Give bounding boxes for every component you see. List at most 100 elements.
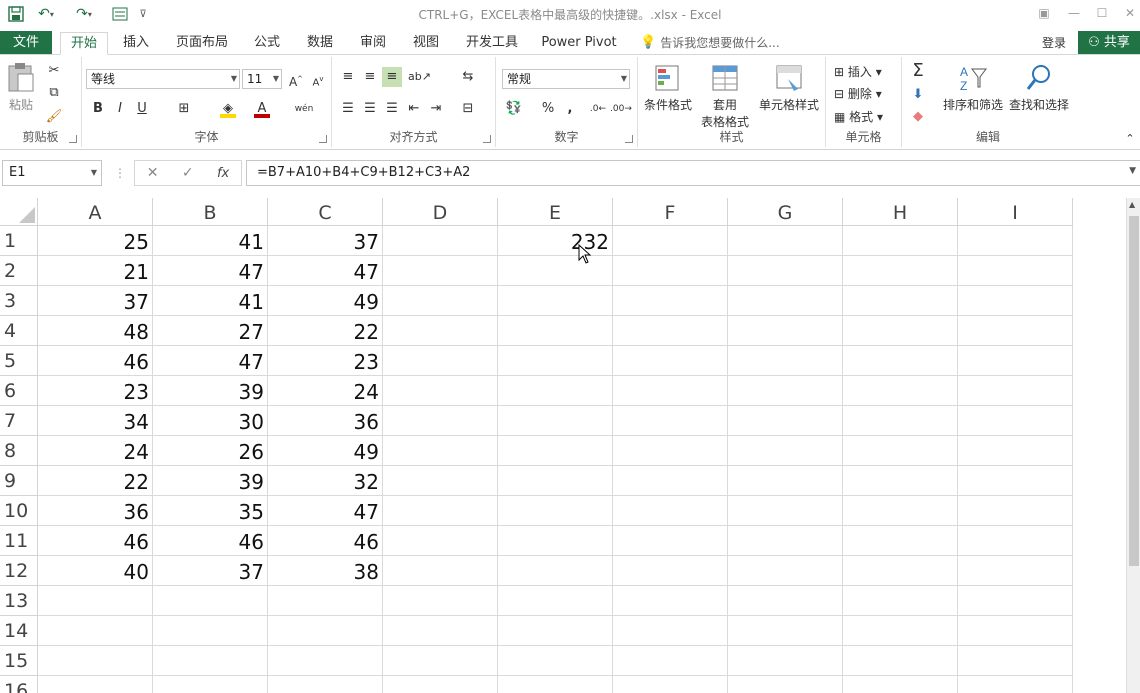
name-box[interactable]: E1 ▼ — [2, 160, 102, 186]
cell-B2[interactable]: 47 — [153, 256, 268, 286]
cell-B7[interactable]: 30 — [153, 406, 268, 436]
row-header-14[interactable]: 14 — [0, 616, 38, 646]
insert-function-icon[interactable]: fx — [217, 166, 229, 181]
cell-D12[interactable] — [383, 556, 498, 586]
cell-C15[interactable] — [268, 646, 383, 676]
autosum-icon[interactable]: Σ — [908, 61, 928, 81]
cell-D9[interactable] — [383, 466, 498, 496]
cell-F15[interactable] — [613, 646, 728, 676]
cell-H8[interactable] — [843, 436, 958, 466]
expand-formula-icon[interactable]: ▼ — [1129, 166, 1136, 176]
vertical-scrollbar[interactable]: ▲ — [1126, 198, 1140, 693]
wrap-text-icon[interactable]: ⇆ — [458, 67, 478, 87]
cell-E1[interactable]: 232 — [498, 226, 613, 256]
cell-H15[interactable] — [843, 646, 958, 676]
cell-C7[interactable]: 36 — [268, 406, 383, 436]
cell-G1[interactable] — [728, 226, 843, 256]
minimize-icon[interactable]: — — [1064, 3, 1084, 23]
cell-F16[interactable] — [613, 676, 728, 693]
cell-F6[interactable] — [613, 376, 728, 406]
cell-D2[interactable] — [383, 256, 498, 286]
cell-E5[interactable] — [498, 346, 613, 376]
tab-insert[interactable]: 插入 — [116, 32, 156, 55]
cell-G9[interactable] — [728, 466, 843, 496]
increase-decimal-icon[interactable]: .0← — [588, 99, 608, 119]
cell-A14[interactable] — [38, 616, 153, 646]
tab-view[interactable]: 视图 — [406, 32, 446, 55]
cell-E2[interactable] — [498, 256, 613, 286]
cell-D16[interactable] — [383, 676, 498, 693]
cell-C1[interactable]: 37 — [268, 226, 383, 256]
row-header-2[interactable]: 2 — [0, 256, 38, 286]
increase-indent-icon[interactable]: ⇥ — [426, 99, 446, 119]
cell-D8[interactable] — [383, 436, 498, 466]
font-color-icon[interactable]: A — [252, 99, 272, 119]
login-link[interactable]: 登录 — [1042, 34, 1066, 51]
column-header-D[interactable]: D — [383, 198, 498, 226]
cell-C13[interactable] — [268, 586, 383, 616]
cell-A5[interactable]: 46 — [38, 346, 153, 376]
format-cells-button[interactable]: ▦ 格式 ▾ — [834, 108, 883, 125]
fill-color-icon[interactable]: ◈ — [218, 99, 238, 119]
cell-A7[interactable]: 34 — [38, 406, 153, 436]
row-header-1[interactable]: 1 — [0, 226, 38, 256]
formula-input[interactable]: =B7+A10+B4+C9+B12+C3+A2 — [246, 160, 1140, 186]
font-size-select[interactable]: 11 ▼ — [242, 69, 282, 89]
ribbon-options-icon[interactable]: ▣ — [1034, 3, 1054, 23]
cell-F7[interactable] — [613, 406, 728, 436]
cell-H7[interactable] — [843, 406, 958, 436]
column-header-B[interactable]: B — [153, 198, 268, 226]
cell-C10[interactable]: 47 — [268, 496, 383, 526]
cell-I15[interactable] — [958, 646, 1073, 676]
bold-button[interactable]: B — [88, 99, 108, 119]
tab-file[interactable]: 文件 — [0, 31, 52, 54]
tab-power-pivot[interactable]: Power Pivot — [538, 32, 620, 55]
cell-D4[interactable] — [383, 316, 498, 346]
cell-A4[interactable]: 48 — [38, 316, 153, 346]
cut-icon[interactable]: ✂ — [44, 61, 64, 81]
cell-G3[interactable] — [728, 286, 843, 316]
row-header-11[interactable]: 11 — [0, 526, 38, 556]
cell-B6[interactable]: 39 — [153, 376, 268, 406]
collapse-ribbon-icon[interactable]: ⌃ — [1120, 129, 1140, 149]
underline-button[interactable]: U — [132, 99, 152, 119]
row-header-3[interactable]: 3 — [0, 286, 38, 316]
cell-B16[interactable] — [153, 676, 268, 693]
cell-I6[interactable] — [958, 376, 1073, 406]
row-header-7[interactable]: 7 — [0, 406, 38, 436]
cell-E12[interactable] — [498, 556, 613, 586]
cell-H9[interactable] — [843, 466, 958, 496]
cell-A8[interactable]: 24 — [38, 436, 153, 466]
cancel-icon[interactable]: ✕ — [147, 165, 159, 181]
cell-I16[interactable] — [958, 676, 1073, 693]
cell-I11[interactable] — [958, 526, 1073, 556]
tell-me-box[interactable]: 💡 告诉我您想要做什么... — [640, 34, 780, 51]
align-left-icon[interactable]: ☰ — [338, 99, 358, 119]
cell-A2[interactable]: 21 — [38, 256, 153, 286]
cell-H5[interactable] — [843, 346, 958, 376]
cell-B12[interactable]: 37 — [153, 556, 268, 586]
align-middle-icon[interactable]: ≡ — [360, 67, 380, 87]
cell-B13[interactable] — [153, 586, 268, 616]
cell-E11[interactable] — [498, 526, 613, 556]
cell-E10[interactable] — [498, 496, 613, 526]
cell-F1[interactable] — [613, 226, 728, 256]
cell-B1[interactable]: 41 — [153, 226, 268, 256]
enter-icon[interactable]: ✓ — [182, 165, 194, 181]
column-header-G[interactable]: G — [728, 198, 843, 226]
cell-D11[interactable] — [383, 526, 498, 556]
fill-icon[interactable]: ⬇ — [908, 85, 928, 105]
dialog-launcher-icon[interactable] — [69, 135, 77, 143]
format-as-table-button[interactable]: 套用 表格格式 — [696, 63, 754, 130]
cell-H11[interactable] — [843, 526, 958, 556]
row-header-16[interactable]: 16 — [0, 676, 38, 693]
cell-I8[interactable] — [958, 436, 1073, 466]
format-painter-icon[interactable]: 🖌 — [44, 107, 64, 127]
row-header-5[interactable]: 5 — [0, 346, 38, 376]
cell-F8[interactable] — [613, 436, 728, 466]
number-format-select[interactable]: 常规 ▼ — [502, 69, 630, 89]
column-header-I[interactable]: I — [958, 198, 1073, 226]
cell-H10[interactable] — [843, 496, 958, 526]
cell-styles-button[interactable]: 单元格样式 — [756, 63, 822, 113]
cell-E9[interactable] — [498, 466, 613, 496]
